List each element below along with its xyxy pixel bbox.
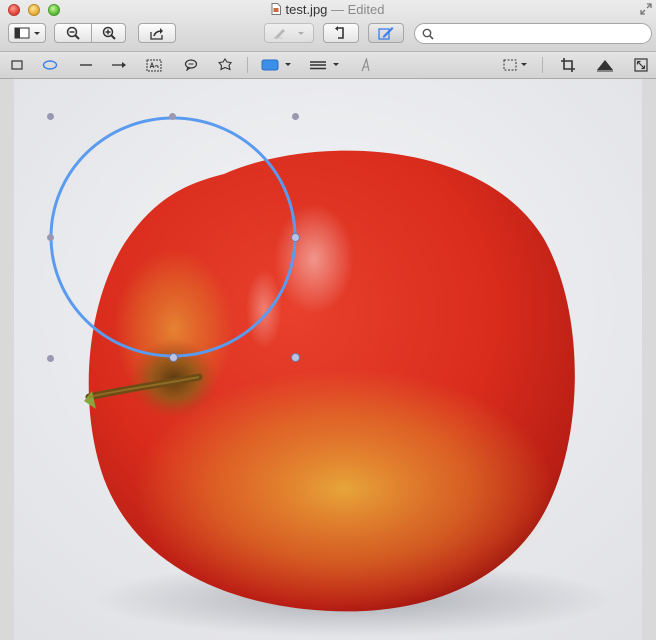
line-style-icon: [310, 61, 339, 70]
oval-icon: [42, 60, 58, 70]
speech-bubble-icon: [184, 59, 198, 71]
document-icon: [271, 3, 282, 15]
text-style-icon: [361, 58, 370, 72]
text-box-tool[interactable]: [143, 56, 165, 74]
markup-toolbar: [0, 52, 656, 79]
adjust-color-tool[interactable]: [594, 56, 616, 74]
rectangle-icon: [11, 60, 23, 70]
selection-handle[interactable]: [47, 355, 54, 362]
arrow-tool[interactable]: [108, 56, 130, 74]
text-box-icon: [146, 59, 162, 71]
oval-annotation[interactable]: [14, 79, 642, 640]
toolbar-separator: [542, 57, 543, 73]
line-tool[interactable]: [75, 56, 97, 74]
resize-tool[interactable]: [630, 56, 652, 74]
search-icon: [422, 28, 434, 40]
window-titlebar: test.jpg — Edited: [0, 0, 656, 52]
share-button[interactable]: [138, 23, 176, 43]
share-icon: [150, 27, 163, 40]
view-menu-button[interactable]: [8, 23, 46, 43]
fullscreen-icon[interactable]: [640, 3, 652, 15]
selection-handle[interactable]: [169, 353, 178, 362]
line-icon: [80, 64, 92, 66]
text-style-tool[interactable]: [355, 56, 377, 74]
zoom-out-icon: [66, 26, 80, 40]
search-field[interactable]: [414, 23, 652, 44]
resize-icon: [634, 58, 648, 72]
zoom-out-button[interactable]: [55, 24, 91, 42]
selection-handle[interactable]: [292, 113, 299, 120]
zoom-in-button[interactable]: [92, 24, 126, 42]
selection-handle[interactable]: [47, 234, 54, 241]
selection-tool[interactable]: [502, 56, 532, 74]
selection-handle[interactable]: [291, 233, 300, 242]
rotate-button[interactable]: [323, 23, 359, 43]
sidebar-icon: [14, 27, 40, 39]
highlight-pen-icon: [273, 29, 304, 39]
crop-icon: [561, 58, 575, 72]
zoom-in-icon: [102, 26, 116, 40]
selection-handle[interactable]: [291, 353, 300, 362]
zoom-segmented-control: [54, 23, 126, 43]
photo-apple: [14, 79, 642, 640]
color-swatch-icon: [261, 59, 291, 71]
star-tool[interactable]: [214, 56, 236, 74]
rotate-icon: [335, 26, 344, 39]
oval-tool[interactable]: [39, 56, 61, 74]
markup-toolbar-button[interactable]: [368, 23, 404, 43]
selection-handle[interactable]: [47, 113, 54, 120]
markup-toolbox-icon: [378, 27, 394, 40]
title-filename: test.jpg: [285, 2, 328, 17]
crop-tool[interactable]: [557, 56, 579, 74]
title-edited-status: — Edited: [327, 2, 385, 17]
window-title: test.jpg — Edited: [0, 1, 656, 19]
toolbar-separator: [247, 57, 248, 73]
line-style-tool[interactable]: [308, 56, 344, 74]
search-input[interactable]: [437, 25, 641, 43]
selection-icon: [503, 59, 527, 71]
polygon-icon: [218, 58, 232, 71]
arrow-icon: [112, 62, 126, 68]
image-canvas: [0, 79, 656, 640]
border-color-tool[interactable]: [260, 56, 296, 74]
adjust-color-icon: [597, 60, 613, 72]
speech-bubble-tool[interactable]: [180, 56, 202, 74]
highlight-button[interactable]: [264, 23, 314, 43]
selection-handle[interactable]: [169, 113, 176, 120]
rectangle-tool[interactable]: [6, 56, 28, 74]
